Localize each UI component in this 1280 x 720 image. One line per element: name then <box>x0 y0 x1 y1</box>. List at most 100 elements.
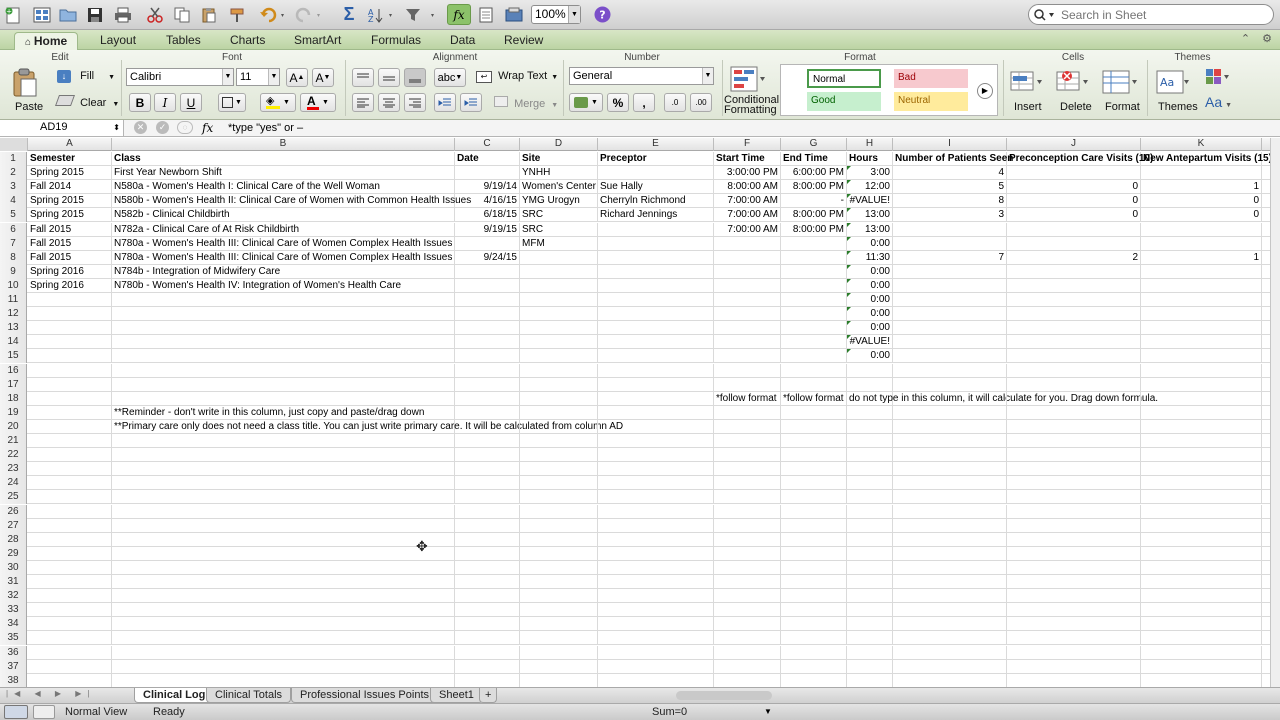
grid-cell[interactable] <box>1007 546 1141 561</box>
sheet-tab-professional-issues[interactable]: Professional Issues Points <box>291 688 439 703</box>
grid-cell[interactable] <box>598 575 714 589</box>
grid-cell[interactable]: MFM <box>520 236 598 251</box>
grid-cell[interactable] <box>112 293 455 307</box>
grid-cell[interactable] <box>781 321 847 336</box>
grid-cell[interactable] <box>28 560 112 575</box>
grid-cell[interactable] <box>847 575 893 589</box>
grid-cell[interactable] <box>112 448 455 463</box>
grid-cell[interactable] <box>1141 532 1262 547</box>
grid-cell[interactable] <box>520 462 598 477</box>
increase-decimal-icon[interactable]: .0 <box>664 93 686 112</box>
grid-cell[interactable] <box>714 532 781 547</box>
grid-cell[interactable]: 6:00:00 PM <box>781 166 847 181</box>
column-header[interactable]: K <box>1141 138 1262 151</box>
grid-cell[interactable]: YMG Urogyn <box>520 194 598 209</box>
grid-cell[interactable]: Class <box>112 152 455 166</box>
grid-cell[interactable] <box>112 631 455 646</box>
grid-cell[interactable] <box>455 307 520 322</box>
grid-cell[interactable] <box>1007 645 1141 660</box>
row-header[interactable]: 31 <box>0 575 27 589</box>
grid-cell[interactable]: 3:00:00 PM <box>714 166 781 181</box>
grid-cell[interactable] <box>714 575 781 589</box>
grid-cell[interactable] <box>781 264 847 279</box>
grid-cell[interactable] <box>520 645 598 660</box>
grid-cell[interactable]: Cherryln Richmond <box>598 194 714 209</box>
grid-cell[interactable] <box>455 589 520 604</box>
grid-cell[interactable] <box>714 659 781 674</box>
grid-cell[interactable] <box>847 419 893 434</box>
row-header[interactable]: 17 <box>0 377 27 392</box>
paste-icon[interactable] <box>199 4 219 25</box>
grid-cell[interactable] <box>714 363 781 378</box>
grid-cell[interactable] <box>781 589 847 604</box>
grid-cell[interactable] <box>781 419 847 434</box>
grid-cell[interactable]: 13:00 <box>847 208 893 223</box>
grid-cell[interactable] <box>1007 575 1141 589</box>
row-header[interactable]: 38 <box>0 673 27 687</box>
grid-cell[interactable] <box>598 532 714 547</box>
grid-cell[interactable] <box>520 363 598 378</box>
grid-cell[interactable]: #VALUE! <box>847 194 893 209</box>
column-header[interactable]: F <box>714 138 781 151</box>
grid-cell[interactable] <box>520 490 598 505</box>
grid-cell[interactable] <box>455 419 520 434</box>
grid-cell[interactable] <box>455 603 520 618</box>
grid-cell[interactable] <box>520 575 598 589</box>
grid-cell[interactable] <box>847 405 893 420</box>
grid-cell[interactable]: Spring 2015 <box>28 166 112 181</box>
grid-cell[interactable] <box>28 377 112 392</box>
grid-cell[interactable] <box>1007 419 1141 434</box>
grid-cell[interactable]: 4/16/15 <box>455 194 520 209</box>
grid-cell[interactable] <box>112 349 455 364</box>
grid-cell[interactable] <box>28 448 112 463</box>
grid-cell[interactable]: 9/19/15 <box>455 222 520 237</box>
grid-cell[interactable] <box>847 532 893 547</box>
grid-cell[interactable]: Site <box>520 152 598 166</box>
grid-cell[interactable] <box>455 405 520 420</box>
grid-cell[interactable]: 0:00 <box>847 236 893 251</box>
grid-cell[interactable]: 0 <box>1141 208 1262 223</box>
grid-cell[interactable] <box>1141 575 1262 589</box>
grid-cell[interactable] <box>893 589 1007 604</box>
grid-cell[interactable] <box>455 546 520 561</box>
grid-cell[interactable] <box>112 476 455 491</box>
grid-cell[interactable]: 0:00 <box>847 307 893 322</box>
grid-cell[interactable] <box>455 335 520 350</box>
grid-cell[interactable] <box>1007 349 1141 364</box>
grid-cell[interactable] <box>714 293 781 307</box>
align-top-icon[interactable] <box>352 68 374 87</box>
grid-cell[interactable] <box>714 335 781 350</box>
grid-cell[interactable]: Semester <box>28 152 112 166</box>
grid-cell[interactable] <box>1141 391 1262 406</box>
grid-cell[interactable] <box>1007 278 1141 293</box>
row-header[interactable]: 32 <box>0 589 27 604</box>
grid-cell[interactable] <box>847 504 893 519</box>
grid-cell[interactable] <box>781 236 847 251</box>
grid-cell[interactable] <box>520 476 598 491</box>
grid-cell[interactable]: N780a - Women's Health III: Clinical Car… <box>112 250 455 265</box>
tab-tables[interactable]: Tables <box>156 32 211 50</box>
print-icon[interactable] <box>112 4 134 25</box>
grid-cell[interactable] <box>1141 560 1262 575</box>
grid-cell[interactable] <box>1141 222 1262 237</box>
row-header[interactable]: 26 <box>0 504 27 519</box>
align-left-icon[interactable] <box>352 93 374 112</box>
grid-cell[interactable] <box>112 490 455 505</box>
grid-cell[interactable] <box>714 560 781 575</box>
save-icon[interactable] <box>85 4 105 25</box>
paste-label[interactable]: Paste <box>15 101 43 113</box>
grid-cell[interactable] <box>28 363 112 378</box>
grid-cell[interactable] <box>893 419 1007 434</box>
grid-cell[interactable] <box>520 504 598 519</box>
grid-cell[interactable]: Fall 2015 <box>28 236 112 251</box>
theme-fonts-icon[interactable]: Aa ▼ <box>1205 94 1232 110</box>
theme-colors-icon[interactable] <box>1205 68 1231 89</box>
grid-cell[interactable] <box>598 250 714 265</box>
grid-cell[interactable] <box>893 490 1007 505</box>
grid-cell[interactable] <box>455 166 520 181</box>
grid-cell[interactable] <box>455 349 520 364</box>
format-label[interactable]: Format <box>1105 101 1140 113</box>
sheet-tab-clinical-log[interactable]: Clinical Log <box>134 688 215 703</box>
grid-cell[interactable] <box>714 462 781 477</box>
grid-cell[interactable]: 0:00 <box>847 349 893 364</box>
